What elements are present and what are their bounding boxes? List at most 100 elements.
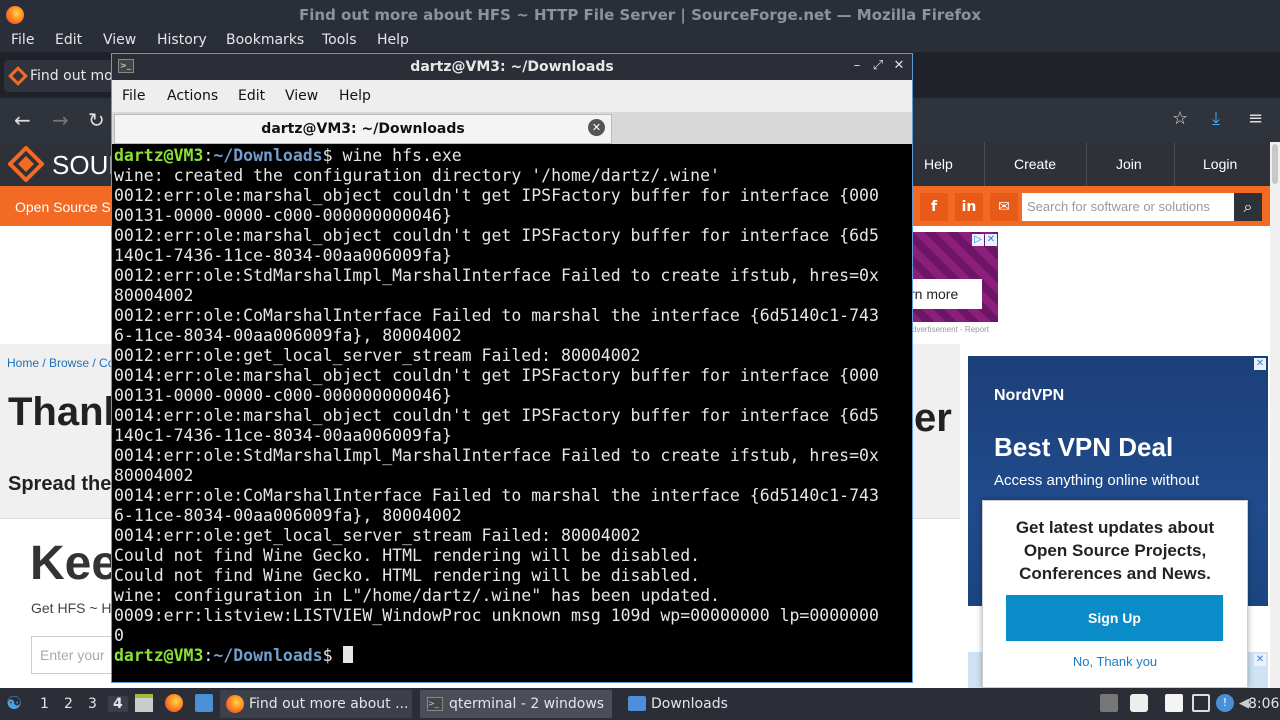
menu-hamburger-icon[interactable]: ≡ — [1248, 108, 1263, 129]
workspace-1[interactable]: 1 — [40, 696, 49, 712]
clipboard-tray-icon[interactable] — [1165, 694, 1183, 712]
nav-divider — [984, 142, 985, 186]
firefox-icon — [226, 695, 244, 713]
task-firefox[interactable]: Find out more about ... — [220, 690, 412, 718]
qt-menu-file[interactable]: File — [122, 88, 145, 104]
forward-arrow-icon[interactable]: → — [52, 108, 69, 132]
update-notification-icon[interactable]: ! — [1216, 694, 1234, 712]
workspace-2[interactable]: 2 — [64, 696, 73, 712]
page-headline: Thank — [8, 390, 126, 434]
minimize-icon[interactable]: – — [849, 58, 865, 73]
task-firefox-label: Find out more about ... — [249, 696, 409, 712]
nav-login[interactable]: Login — [1203, 156, 1237, 172]
terminal-line: 0014:err:ole:CoMarshalInterface Failed t… — [114, 486, 879, 505]
get-hfs-text: Get HFS ~ H — [31, 600, 112, 616]
qt-menu-edit[interactable]: Edit — [238, 88, 265, 104]
ff-menu-view[interactable]: View — [103, 32, 136, 48]
terminal-line: 0012:err:ole:CoMarshalInterface Failed t… — [114, 306, 879, 325]
tab-close-icon[interactable]: ✕ — [588, 119, 605, 136]
terminal-line: wine: created the configuration director… — [114, 166, 720, 185]
workspace-4[interactable]: 4 — [108, 696, 128, 712]
start-menu-icon[interactable]: ☯ — [6, 693, 22, 714]
facebook-icon[interactable]: f — [920, 193, 948, 221]
ad-close-icon[interactable]: ✕ — [985, 234, 997, 246]
firefox-tab-label: Find out mo — [30, 68, 113, 84]
nav-help[interactable]: Help — [924, 156, 953, 172]
nav-create[interactable]: Create — [1014, 156, 1056, 172]
downloads-icon[interactable]: ⤓ — [1212, 108, 1220, 129]
nordvpn-logo: NordVPN — [994, 387, 1065, 404]
terminal-line: dartz@VM3:~/Downloads$ wine hfs.exe — [114, 146, 462, 165]
terminal-command: wine hfs.exe — [332, 146, 462, 165]
terminal-line: 00131-0000-0000-c000-000000000046} — [114, 206, 452, 225]
scrollbar-thumb[interactable] — [1272, 144, 1278, 184]
file-manager-launcher-icon[interactable] — [195, 694, 213, 712]
prompt-path: ~/Downloads — [213, 646, 323, 665]
signup-button[interactable]: Sign Up — [1006, 595, 1223, 641]
ad-close-icon[interactable]: ✕ — [1254, 654, 1266, 666]
linkedin-icon[interactable]: in — [955, 193, 983, 221]
display-tray-icon[interactable] — [1192, 694, 1210, 712]
qterminal-window-title: dartz@VM3: ~/Downloads — [410, 59, 614, 75]
terminal-line: 0009:err:listview:LISTVIEW_WindowProc un… — [114, 606, 879, 625]
sourceforge-logo-icon[interactable] — [7, 145, 45, 183]
popup-message: Get latest updates about Open Source Pro… — [1015, 518, 1215, 583]
search-icon[interactable]: ⌕ — [1234, 193, 1262, 221]
terminal-prompt-line: dartz@VM3:~/Downloads$ — [114, 646, 353, 666]
ff-menu-edit[interactable]: Edit — [55, 32, 82, 48]
terminal-line: 80004002 — [114, 286, 194, 305]
qt-menu-view[interactable]: View — [285, 88, 318, 104]
terminal-icon: >_ — [118, 59, 134, 73]
workspace-3[interactable]: 3 — [88, 696, 97, 712]
terminal-line: Could not find Wine Gecko. HTML renderin… — [114, 566, 701, 585]
maximize-icon[interactable]: ⤢ — [870, 58, 886, 73]
terminal-line: 140c1-7436-11ce-8034-00aa006009fa} — [114, 246, 452, 265]
task-downloads[interactable]: Downloads — [622, 690, 772, 718]
clock[interactable]: 8:06 — [1248, 696, 1279, 712]
show-desktop-icon[interactable] — [135, 694, 153, 712]
ff-menu-help[interactable]: Help — [377, 32, 409, 48]
ff-menu-tools[interactable]: Tools — [322, 32, 357, 48]
prompt-path: ~/Downloads — [213, 146, 323, 165]
qterminal-titlebar[interactable]: >_ dartz@VM3: ~/Downloads — [112, 54, 912, 80]
firefox-tab[interactable]: Find out mo — [4, 60, 114, 92]
firefox-icon — [6, 6, 24, 24]
back-arrow-icon[interactable]: ← — [14, 108, 31, 132]
terminal-tab[interactable]: dartz@VM3: ~/Downloads — [114, 114, 612, 144]
task-qterminal[interactable]: >_ qterminal - 2 windows — [420, 690, 612, 718]
terminal-output[interactable]: dartz@VM3:~/Downloads$ wine hfs.exe wine… — [114, 146, 910, 680]
qt-menu-help[interactable]: Help — [339, 88, 371, 104]
email-icon[interactable]: ✉ — [990, 193, 1018, 221]
terminal-line: 0 — [114, 626, 124, 645]
orange-bar-link[interactable]: Open Source So — [15, 199, 119, 215]
ff-menu-file[interactable]: File — [11, 32, 34, 48]
terminal-line: Could not find Wine Gecko. HTML renderin… — [114, 546, 701, 565]
keep-heading: Kee — [30, 537, 119, 590]
nordvpn-access: Access anything online without — [994, 472, 1200, 489]
prompt-user: dartz@VM3 — [114, 646, 204, 665]
notes-tray-icon[interactable] — [1130, 694, 1148, 712]
bookmark-star-icon[interactable]: ☆ — [1172, 108, 1188, 129]
terminal-line: 0014:err:ole:marshal_object couldn't get… — [114, 366, 879, 385]
qt-menu-actions[interactable]: Actions — [167, 88, 218, 104]
nordvpn-deal: Best VPN Deal — [994, 432, 1174, 462]
terminal-line: wine: configuration in L"/home/dartz/.wi… — [114, 586, 720, 605]
sourceforge-search-input[interactable]: Search for software or solutions — [1022, 193, 1234, 221]
reload-icon[interactable]: ↻ — [88, 108, 105, 132]
ad-close-icon[interactable]: ✕ — [1254, 358, 1266, 370]
ff-menu-history[interactable]: History — [157, 32, 207, 48]
terminal-line: 0012:err:ole:marshal_object couldn't get… — [114, 226, 879, 245]
terminal-cursor — [342, 646, 353, 663]
nav-join[interactable]: Join — [1116, 156, 1142, 172]
ad-caption[interactable]: dvertisement - Report — [912, 325, 989, 334]
close-icon[interactable]: ✕ — [891, 58, 907, 73]
terminal-line: 140c1-7436-11ce-8034-00aa006009fa} — [114, 426, 452, 445]
breadcrumb[interactable]: Home / Browse / Co — [7, 356, 114, 370]
ad-info-icon[interactable]: ▷ — [972, 234, 984, 246]
no-thanks-link[interactable]: No, Thank you — [1000, 654, 1230, 669]
page-scrollbar[interactable] — [1270, 142, 1280, 688]
firefox-launcher-icon[interactable] — [165, 694, 183, 712]
ff-menu-bookmarks[interactable]: Bookmarks — [226, 32, 304, 48]
terminal-line: 0014:err:ole:marshal_object couldn't get… — [114, 406, 879, 425]
tray-app-icon[interactable] — [1100, 694, 1118, 712]
